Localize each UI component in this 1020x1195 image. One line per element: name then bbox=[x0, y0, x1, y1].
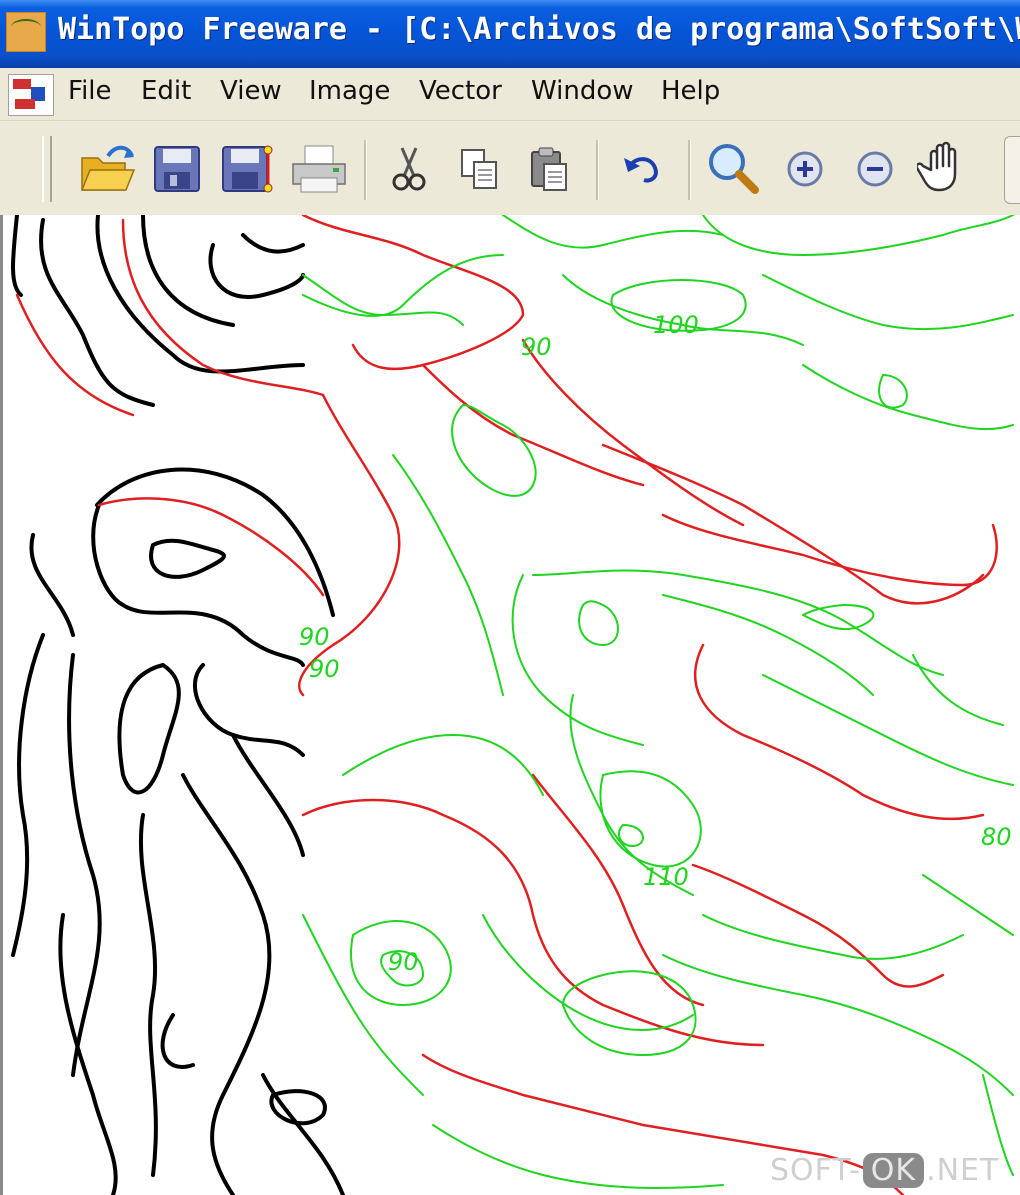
window-titlebar[interactable]: WinTopo Freeware - [C:\Archivos de progr… bbox=[0, 0, 1020, 68]
contour-label: 110 bbox=[643, 863, 689, 891]
toolbar-separator bbox=[688, 140, 691, 200]
contour-label: 100 bbox=[653, 311, 699, 339]
watermark-ok: OK bbox=[862, 1152, 925, 1188]
contour-label: 90 bbox=[388, 948, 419, 976]
print-button[interactable] bbox=[288, 138, 350, 200]
pan-button[interactable] bbox=[914, 138, 976, 200]
save-button[interactable] bbox=[146, 138, 208, 200]
toolbar-grip[interactable] bbox=[42, 136, 52, 202]
zoom-button[interactable] bbox=[702, 138, 764, 200]
contour-label: 80 bbox=[981, 823, 1012, 851]
menu-help[interactable]: Help bbox=[657, 74, 724, 108]
toolbar-overflow-edge bbox=[1004, 136, 1020, 204]
black-contour-lines bbox=[11, 215, 345, 1195]
pan-hand-icon bbox=[917, 141, 957, 192]
toolbar-separator bbox=[364, 140, 367, 200]
toolbar-separator bbox=[596, 140, 599, 200]
menu-view[interactable]: View bbox=[216, 74, 286, 108]
wintopo-app-icon[interactable] bbox=[6, 12, 46, 52]
contour-label: 90 bbox=[299, 623, 330, 651]
menu-window[interactable]: Window bbox=[527, 74, 638, 108]
menu-file[interactable]: File bbox=[64, 74, 116, 108]
contour-label: 90 bbox=[309, 655, 340, 683]
save-icon bbox=[154, 146, 200, 192]
zoom-out-button[interactable] bbox=[844, 138, 906, 200]
menu-image[interactable]: Image bbox=[305, 74, 394, 108]
green-contour-lines bbox=[302, 215, 1014, 1189]
print-icon bbox=[292, 145, 346, 193]
watermark-left: SOFT- bbox=[770, 1152, 861, 1188]
undo-button[interactable] bbox=[610, 138, 672, 200]
open-folder-icon bbox=[80, 145, 136, 191]
zoom-in-icon bbox=[787, 151, 823, 187]
open-button[interactable] bbox=[76, 138, 138, 200]
zoom-icon bbox=[709, 144, 759, 194]
menu-edit[interactable]: Edit bbox=[137, 74, 195, 108]
document-icon[interactable] bbox=[8, 74, 54, 116]
paste-icon bbox=[531, 147, 567, 191]
watermark: SOFT- OK .NET bbox=[770, 1148, 999, 1192]
contour-label: 90 bbox=[521, 333, 552, 361]
watermark-right: .NET bbox=[926, 1152, 1000, 1188]
cut-button[interactable] bbox=[378, 138, 440, 200]
zoom-out-icon bbox=[857, 151, 893, 187]
save-vector-icon bbox=[222, 145, 273, 193]
menu-vector[interactable]: Vector bbox=[415, 74, 506, 108]
paste-button[interactable] bbox=[518, 138, 580, 200]
contour-map[interactable]: 90 100 90 90 110 90 80 bbox=[3, 215, 1020, 1195]
copy-button[interactable] bbox=[448, 138, 510, 200]
window-title: WinTopo Freeware - [C:\Archivos de progr… bbox=[58, 12, 1020, 47]
copy-icon bbox=[461, 149, 497, 189]
save-vector-button[interactable] bbox=[216, 138, 278, 200]
cut-icon bbox=[392, 147, 426, 191]
map-canvas[interactable]: 90 100 90 90 110 90 80 bbox=[0, 215, 1020, 1195]
undo-icon bbox=[624, 157, 659, 183]
zoom-in-button[interactable] bbox=[774, 138, 836, 200]
